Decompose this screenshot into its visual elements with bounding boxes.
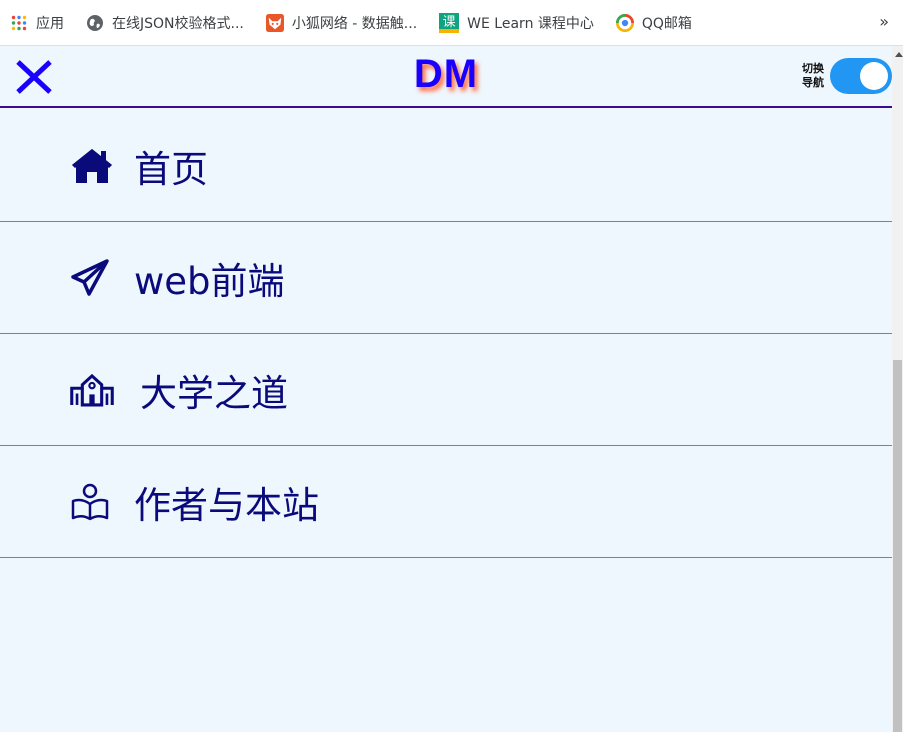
globe-icon xyxy=(86,14,104,32)
bookmark-qq-mail[interactable]: QQ邮箱 xyxy=(615,13,692,33)
school-icon xyxy=(70,368,114,412)
nav-item-web-frontend[interactable]: web前端 xyxy=(0,222,892,334)
nav-label: 大学之道 xyxy=(140,371,288,415)
paper-plane-icon xyxy=(70,256,114,300)
bookmark-fox-network[interactable]: 小狐网络 - 数据触... xyxy=(265,13,418,33)
apps-grid-icon xyxy=(10,14,28,32)
reading-person-icon xyxy=(70,480,114,524)
bookmark-label: 应用 xyxy=(36,15,64,32)
bookmark-apps[interactable]: 应用 xyxy=(10,13,64,33)
nav-item-about[interactable]: 作者与本站 xyxy=(0,446,892,558)
nav-label: web前端 xyxy=(134,259,285,303)
nav-toggle-group: 切换 导航 xyxy=(802,58,892,94)
qq-mail-icon xyxy=(615,13,634,32)
scrollbar[interactable] xyxy=(892,46,903,732)
bookmark-label: 小狐网络 - 数据触... xyxy=(291,15,418,32)
home-icon xyxy=(70,144,114,188)
bookmark-we-learn[interactable]: 课 WE Learn 课程中心 xyxy=(439,12,594,33)
scroll-up-arrow-icon[interactable] xyxy=(895,52,903,57)
nav-switch[interactable] xyxy=(830,58,892,94)
nav-label: 作者与本站 xyxy=(134,483,319,527)
bookmark-label: QQ邮箱 xyxy=(641,15,692,32)
bookmarks-bar: 应用 在线JSON校验格式... 小狐网络 - 数据触... 课 WE Lear… xyxy=(0,0,903,46)
bookmark-label: 在线JSON校验格式... xyxy=(112,15,244,32)
fox-icon xyxy=(265,13,284,32)
bookmark-json-validator[interactable]: 在线JSON校验格式... xyxy=(86,13,244,33)
scrollbar-thumb[interactable] xyxy=(893,360,902,732)
nav-item-home[interactable]: 首页 xyxy=(0,110,892,222)
bookmark-label: WE Learn 课程中心 xyxy=(467,15,594,32)
nav-item-university[interactable]: 大学之道 xyxy=(0,334,892,446)
site-logo[interactable]: DM xyxy=(0,52,892,97)
nav-label: 首页 xyxy=(134,147,208,191)
bookmarks-overflow-button[interactable]: » xyxy=(879,12,889,31)
toggle-label: 切换 导航 xyxy=(802,62,824,89)
course-icon: 课 xyxy=(439,12,460,33)
toggle-knob xyxy=(860,62,888,90)
app-header: DM 切换 导航 xyxy=(0,46,892,108)
nav-menu: 首页 web前端 大学之道 作者与本站 xyxy=(0,110,892,558)
